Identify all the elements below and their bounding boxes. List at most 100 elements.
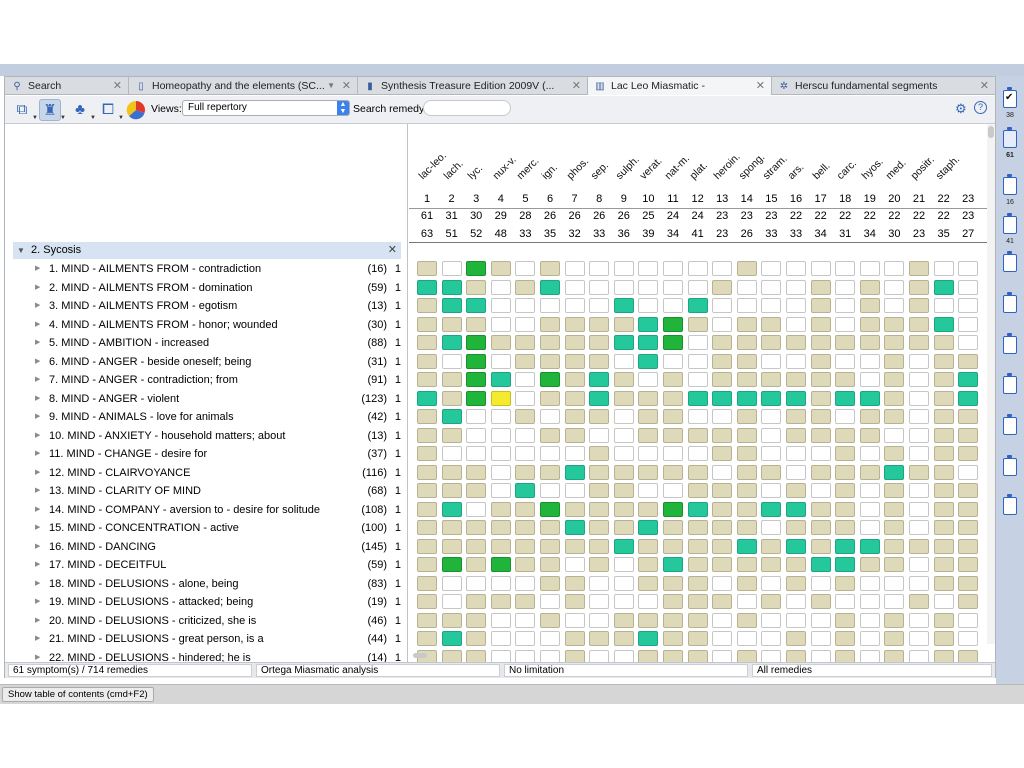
grade-cell[interactable] [490, 427, 511, 443]
scroll-thumb[interactable] [988, 126, 994, 138]
status-analysis[interactable]: Ortega Miasmatic analysis [256, 664, 500, 677]
grade-cell[interactable] [884, 557, 905, 572]
grade-cell[interactable] [859, 557, 880, 572]
grade-cell[interactable] [810, 279, 831, 295]
grade-cell[interactable] [958, 372, 979, 387]
grade-cell[interactable] [540, 446, 560, 461]
grade-cell[interactable] [613, 631, 634, 646]
grade-cell[interactable] [909, 557, 929, 572]
grade-cell[interactable] [958, 409, 979, 424]
grade-cell[interactable] [835, 316, 856, 332]
grade-cell[interactable] [490, 631, 511, 646]
grade-cell[interactable] [417, 372, 437, 387]
grade-cell[interactable] [810, 298, 831, 313]
grade-cell[interactable] [736, 446, 757, 461]
expand-triangle-icon[interactable]: ▶ [35, 556, 40, 574]
grade-cell[interactable] [515, 261, 536, 276]
grade-cell[interactable] [884, 427, 905, 443]
grade-cell[interactable] [515, 612, 536, 628]
grade-cell[interactable] [613, 261, 634, 276]
chevron-down-icon[interactable]: ▼ [32, 115, 38, 121]
grade-cell[interactable] [958, 501, 979, 517]
grade-cell[interactable] [736, 649, 757, 662]
grade-cell[interactable] [859, 538, 880, 554]
symptom-row[interactable]: ▶ 19. MIND - DELUSIONS - attacked; being (… [5, 593, 407, 611]
clipboard-icon[interactable] [1003, 292, 1017, 313]
grade-cell[interactable] [933, 501, 954, 517]
grade-cell[interactable] [417, 316, 437, 332]
help-icon[interactable]: ? [974, 101, 987, 114]
grade-cell[interactable] [761, 446, 782, 461]
grade-cell[interactable] [835, 594, 856, 609]
horizontal-scrollbar[interactable] [413, 653, 427, 658]
grade-cell[interactable] [761, 353, 782, 369]
grade-cell[interactable] [859, 279, 880, 295]
symptom-row[interactable]: ▶ 3. MIND - AILMENTS FROM - egotism (13) 1 [5, 297, 407, 315]
grade-cell[interactable] [761, 631, 782, 646]
window-layout-icon[interactable]: ⧉ [11, 99, 33, 121]
symptom-row[interactable]: ▶ 16. MIND - DANCING (145) 1 [5, 538, 407, 556]
remedy-name[interactable]: carc. [835, 157, 860, 182]
grade-cell[interactable] [441, 390, 462, 406]
grade-cell[interactable] [663, 409, 683, 424]
grade-cell[interactable] [515, 298, 536, 313]
grade-cell[interactable] [613, 649, 634, 662]
grade-cell[interactable] [466, 594, 487, 609]
grade-cell[interactable] [490, 279, 511, 295]
grade-cell[interactable] [466, 372, 487, 387]
grade-cell[interactable] [515, 520, 536, 535]
copy-documents-icon[interactable]: ⧠ [97, 99, 119, 121]
grade-cell[interactable] [835, 538, 856, 554]
grade-cell[interactable] [884, 575, 905, 591]
grade-cell[interactable] [589, 427, 610, 443]
grade-cell[interactable] [958, 298, 979, 313]
grade-cell[interactable] [687, 372, 708, 387]
expand-triangle-icon[interactable]: ▶ [35, 575, 40, 593]
symptom-row[interactable]: ▶ 11. MIND - CHANGE - desire for (37) 1 [5, 445, 407, 463]
grade-cell[interactable] [958, 612, 979, 628]
tab-herscu-segments[interactable]: ✲ Herscu fundamental segments ✕ [772, 77, 995, 95]
symptom-weight[interactable]: 1 [395, 334, 401, 352]
grade-cell[interactable] [515, 372, 536, 387]
grade-cell[interactable] [490, 483, 511, 498]
grade-cell[interactable] [441, 409, 462, 424]
grade-cell[interactable] [958, 483, 979, 498]
grade-cell[interactable] [736, 372, 757, 387]
symptom-row[interactable]: ▶ 14. MIND - COMPANY - aversion to - desi… [5, 501, 407, 519]
grade-cell[interactable] [515, 631, 536, 646]
grade-cell[interactable] [589, 298, 610, 313]
grade-cell[interactable] [466, 649, 487, 662]
grade-cell[interactable] [638, 316, 659, 332]
symptom-weight[interactable]: 1 [395, 649, 401, 663]
grade-cell[interactable] [736, 316, 757, 332]
grade-cell[interactable] [933, 631, 954, 646]
grade-cell[interactable] [515, 353, 536, 369]
grade-cell[interactable] [712, 372, 733, 387]
grade-cell[interactable] [540, 483, 560, 498]
tab-homeopathy-elements[interactable]: ▯ Homeopathy and the elements (SC... ▼ ✕ [129, 77, 358, 95]
grade-cell[interactable] [441, 427, 462, 443]
grade-cell[interactable] [786, 372, 806, 387]
grade-cell[interactable] [663, 612, 683, 628]
grade-cell[interactable] [490, 557, 511, 572]
grade-cell[interactable] [540, 575, 560, 591]
remedy-name[interactable]: merc. [515, 155, 542, 182]
grade-cell[interactable] [589, 612, 610, 628]
grade-cell[interactable] [810, 390, 831, 406]
grade-cell[interactable] [441, 483, 462, 498]
grade-cell[interactable] [859, 390, 880, 406]
grade-cell[interactable] [810, 631, 831, 646]
grade-cell[interactable] [859, 594, 880, 609]
grade-cell[interactable] [515, 538, 536, 554]
grade-cell[interactable] [417, 427, 437, 443]
grade-cell[interactable] [859, 464, 880, 480]
grade-cell[interactable] [417, 631, 437, 646]
grade-cell[interactable] [663, 631, 683, 646]
chevron-down-icon[interactable]: ▼ [90, 115, 96, 121]
grade-cell[interactable] [859, 612, 880, 628]
grade-cell[interactable] [786, 335, 806, 350]
grade-cell[interactable] [810, 409, 831, 424]
grade-cell[interactable] [835, 483, 856, 498]
grade-cell[interactable] [810, 446, 831, 461]
grade-cell[interactable] [736, 483, 757, 498]
